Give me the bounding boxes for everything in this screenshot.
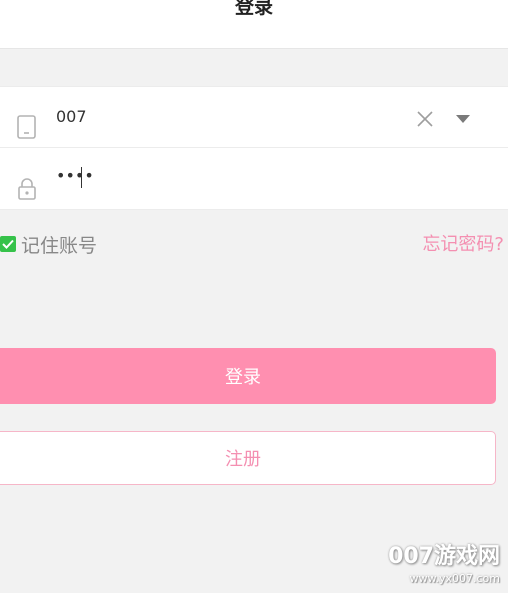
checkmark-icon[interactable] — [0, 236, 16, 252]
account-input[interactable]: 007 — [56, 107, 87, 126]
lock-icon — [16, 177, 38, 205]
account-row: 007 — [0, 87, 508, 148]
watermark-url: www.yx007.com — [409, 572, 500, 585]
login-form: 007 •••• — [0, 86, 508, 210]
register-button[interactable]: 注册 — [0, 431, 496, 485]
header-bar: 登录 — [0, 0, 508, 49]
page-title: 登录 — [234, 0, 273, 18]
phone-icon — [16, 114, 38, 144]
close-icon[interactable] — [416, 110, 434, 128]
text-cursor — [81, 167, 82, 188]
password-row: •••• — [0, 148, 508, 208]
watermark-title: 007游戏网 — [388, 544, 500, 569]
caret-down-icon[interactable] — [454, 111, 472, 125]
login-button[interactable]: 登录 — [0, 348, 496, 404]
password-input[interactable]: •••• — [56, 166, 94, 185]
forgot-password-link[interactable]: 忘记密码? — [422, 230, 504, 256]
remember-label: 记住账号 — [21, 234, 98, 257]
watermark: 007游戏网 www.yx007.com — [388, 538, 500, 585]
remember-account[interactable]: 记住账号 — [0, 230, 97, 258]
